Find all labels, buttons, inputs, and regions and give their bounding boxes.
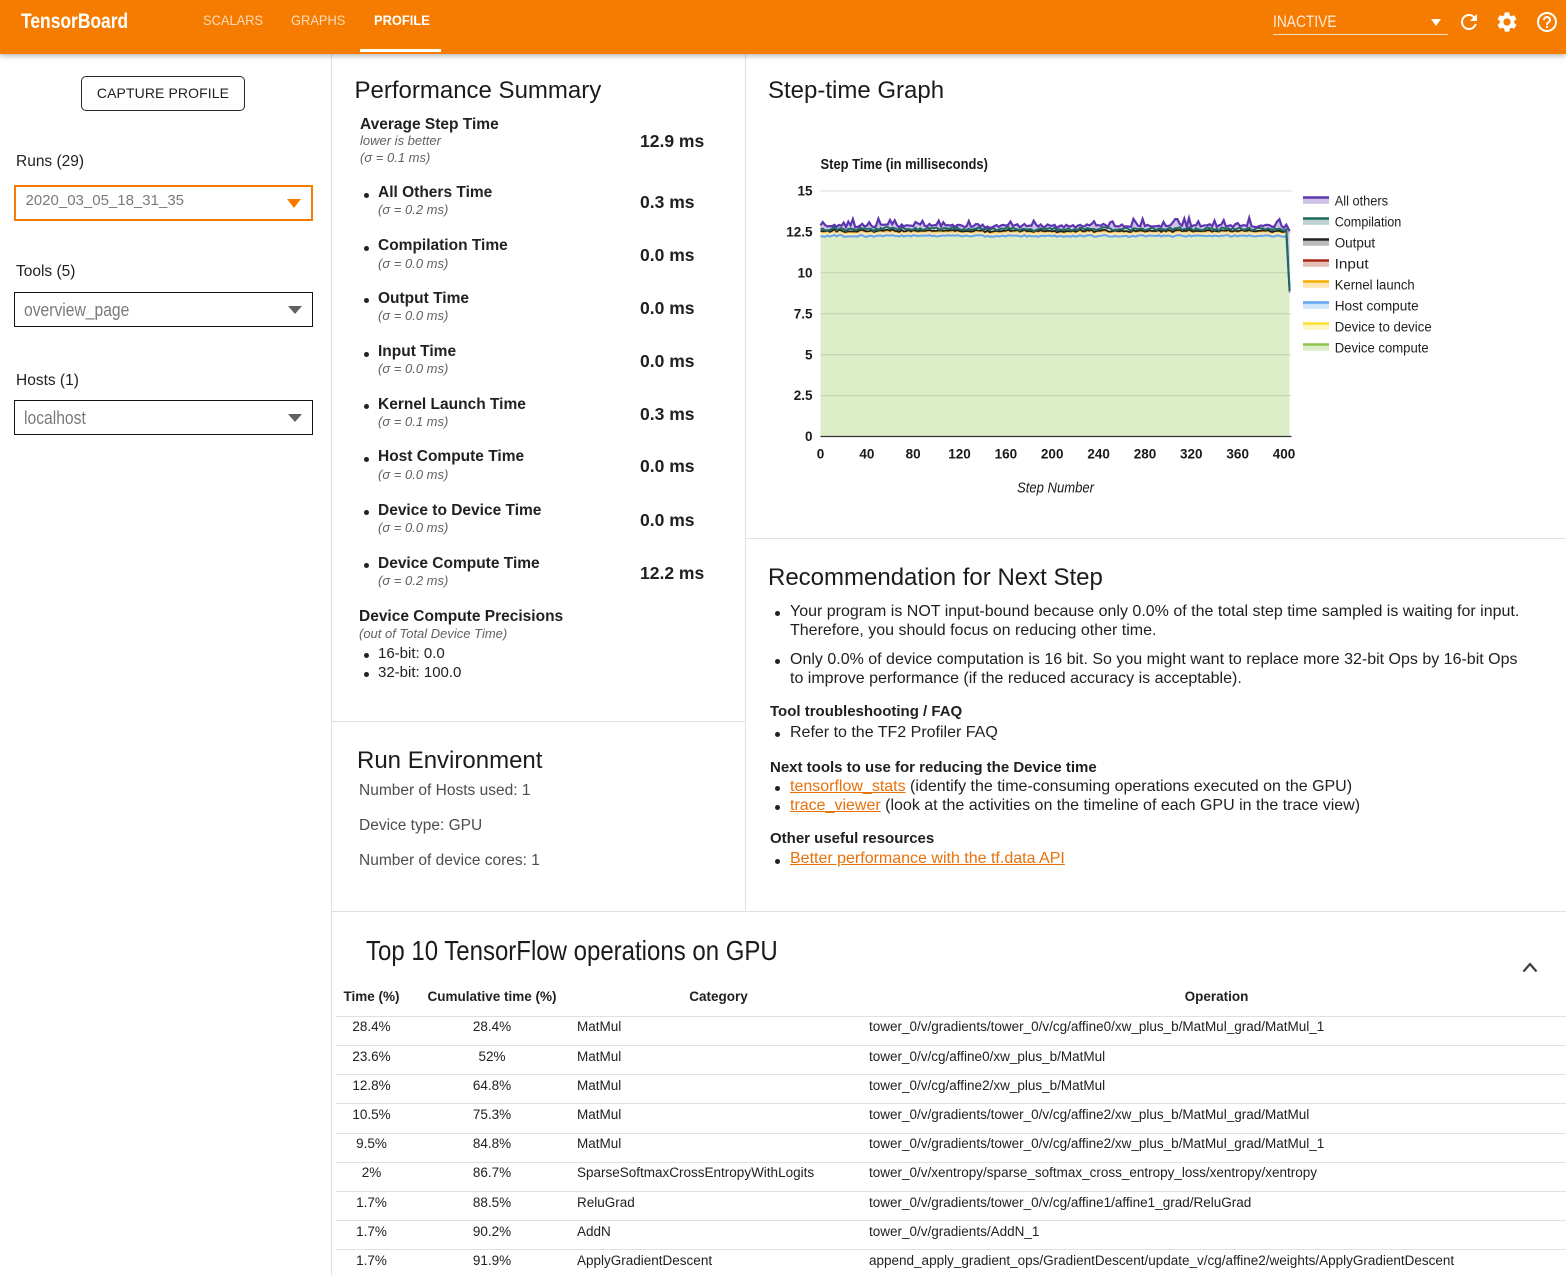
svg-text:280: 280 — [1134, 447, 1157, 462]
svg-text:2.5: 2.5 — [794, 388, 813, 403]
svg-text:400: 400 — [1273, 447, 1296, 462]
svg-text:15: 15 — [797, 184, 813, 199]
svg-text:0: 0 — [817, 447, 825, 462]
svg-text:40: 40 — [859, 447, 874, 462]
svg-text:Compilation: Compilation — [1335, 214, 1402, 230]
svg-text:10: 10 — [797, 265, 812, 280]
svg-text:360: 360 — [1226, 447, 1249, 462]
svg-text:5: 5 — [805, 347, 813, 362]
svg-text:240: 240 — [1087, 447, 1110, 462]
svg-text:0: 0 — [805, 429, 813, 444]
svg-text:Kernel launch: Kernel launch — [1335, 277, 1415, 293]
svg-text:Input: Input — [1335, 256, 1369, 272]
svg-text:7.5: 7.5 — [794, 306, 813, 321]
svg-text:Device compute: Device compute — [1335, 340, 1429, 356]
svg-text:Device to device: Device to device — [1335, 319, 1432, 335]
svg-text:12.5: 12.5 — [786, 225, 813, 240]
svg-text:Step Number: Step Number — [1017, 480, 1095, 497]
svg-text:120: 120 — [948, 447, 971, 462]
svg-text:All others: All others — [1335, 193, 1388, 209]
svg-text:Output: Output — [1335, 235, 1376, 251]
svg-text:200: 200 — [1041, 447, 1064, 462]
svg-text:320: 320 — [1180, 447, 1203, 462]
svg-text:80: 80 — [906, 447, 921, 462]
svg-text:Host compute: Host compute — [1335, 298, 1419, 314]
svg-text:160: 160 — [995, 447, 1018, 462]
svg-text:Step Time (in milliseconds): Step Time (in milliseconds) — [821, 156, 988, 173]
